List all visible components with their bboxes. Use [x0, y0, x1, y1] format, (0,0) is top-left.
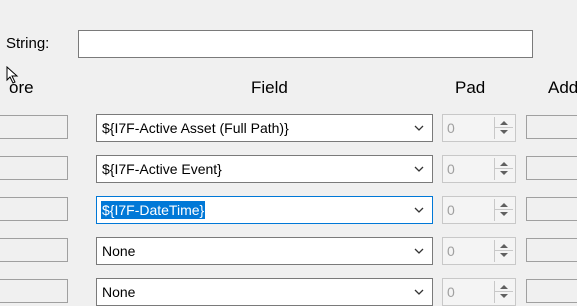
spin-up-icon[interactable]: [500, 121, 508, 125]
add-input[interactable]: [526, 238, 577, 262]
header-add: Add: [548, 78, 577, 97]
pad-spinner[interactable]: 0: [442, 114, 516, 142]
spin-buttons[interactable]: [494, 281, 513, 303]
pad-spinner[interactable]: 0: [442, 155, 516, 183]
pad-spinner[interactable]: 0: [442, 237, 516, 265]
add-input[interactable]: [526, 279, 577, 303]
field-dropdown-value: ${I7F-DateTime}: [101, 201, 206, 219]
header-field: Field: [251, 78, 288, 97]
chevron-down-icon[interactable]: [414, 166, 424, 173]
spin-buttons[interactable]: [494, 199, 513, 221]
spin-down-icon[interactable]: [500, 130, 508, 134]
spin-up-icon[interactable]: [500, 285, 508, 289]
pad-value: 0: [447, 161, 455, 177]
field-dropdown-value: ${I7F-Active Event}: [102, 161, 222, 177]
spin-down-icon[interactable]: [500, 253, 508, 257]
add-input[interactable]: [526, 197, 577, 221]
prefix-input[interactable]: [0, 279, 68, 303]
spin-up-icon[interactable]: [500, 244, 508, 248]
field-dropdown-value: ${I7F-Active Asset (Full Path)}: [102, 120, 289, 136]
field-dropdown[interactable]: None: [96, 237, 433, 265]
add-input[interactable]: [526, 156, 577, 180]
chevron-down-icon[interactable]: [414, 125, 424, 132]
field-dropdown[interactable]: ${I7F-DateTime}: [96, 196, 433, 224]
chevron-down-icon[interactable]: [414, 289, 424, 296]
pad-value: 0: [447, 120, 455, 136]
pad-value: 0: [447, 202, 455, 218]
spin-buttons[interactable]: [494, 117, 513, 139]
prefix-input[interactable]: [0, 238, 68, 262]
string-input[interactable]: [78, 30, 533, 58]
chevron-down-icon[interactable]: [414, 248, 424, 255]
chevron-down-icon[interactable]: [414, 207, 424, 214]
spin-up-icon[interactable]: [500, 162, 508, 166]
field-dropdown[interactable]: ${I7F-Active Event}: [96, 155, 433, 183]
field-dropdown-value: None: [102, 243, 136, 259]
spin-down-icon[interactable]: [500, 294, 508, 298]
header-pad: Pad: [455, 78, 486, 97]
field-dropdown[interactable]: ${I7F-Active Asset (Full Path)}: [96, 114, 433, 142]
prefix-input[interactable]: [0, 156, 68, 180]
spin-down-icon[interactable]: [500, 171, 508, 175]
pad-spinner[interactable]: 0: [442, 278, 516, 306]
add-input[interactable]: [526, 115, 577, 139]
prefix-input[interactable]: [0, 197, 68, 221]
pad-value: 0: [447, 284, 455, 300]
header-pre: ore: [9, 78, 34, 97]
spin-up-icon[interactable]: [500, 203, 508, 207]
prefix-input[interactable]: [0, 115, 68, 139]
field-dropdown[interactable]: None: [96, 278, 433, 306]
pad-value: 0: [447, 243, 455, 259]
spin-down-icon[interactable]: [500, 212, 508, 216]
spin-buttons[interactable]: [494, 240, 513, 262]
spin-buttons[interactable]: [494, 158, 513, 180]
pad-spinner[interactable]: 0: [442, 196, 516, 224]
field-dropdown-value: None: [102, 284, 136, 300]
string-label: String:: [6, 35, 50, 52]
